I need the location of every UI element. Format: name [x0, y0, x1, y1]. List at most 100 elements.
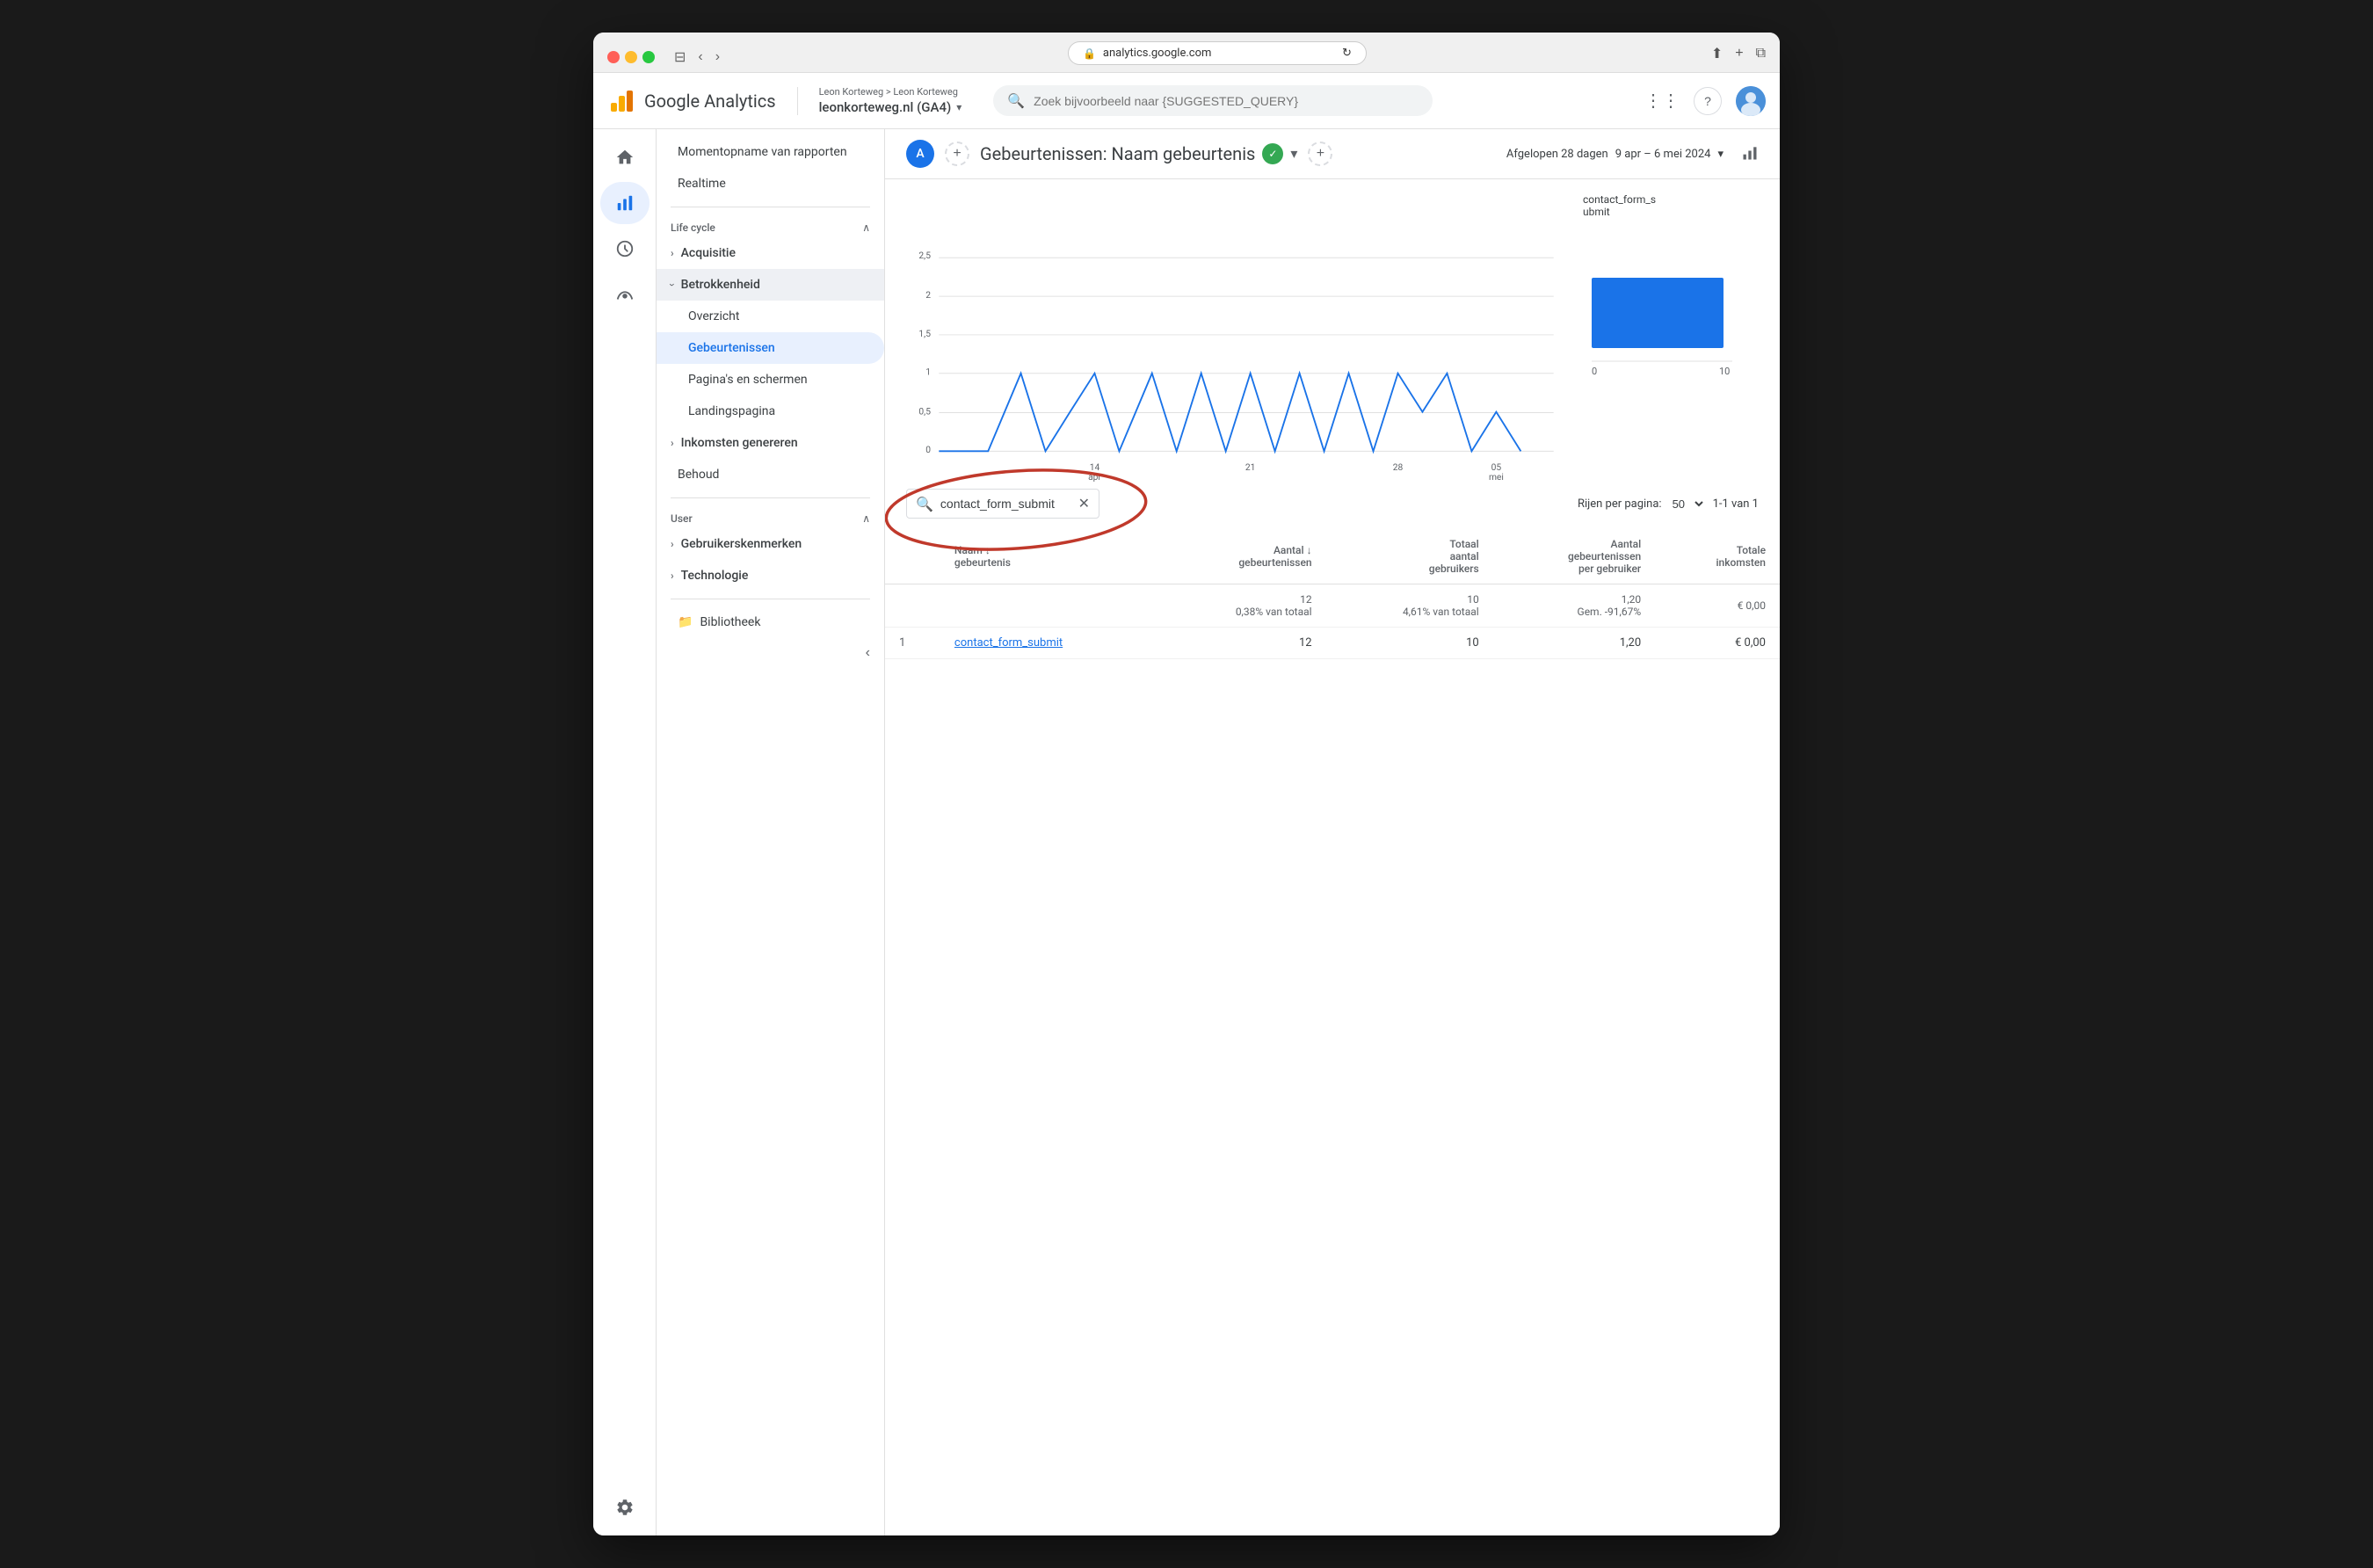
sidebar-item-behoud[interactable]: Behoud — [657, 459, 884, 490]
total-per: 1,20 Gem. -91,67% — [1493, 584, 1655, 628]
content-area: A + Gebeurtenissen: Naam gebeurtenis ✓ ▾… — [885, 129, 1780, 1535]
sort-aantal: ↓ — [1307, 544, 1312, 556]
sidebar-item-gebeurtenissen[interactable]: Gebeurtenissen — [657, 332, 884, 364]
col-header-aantal[interactable]: Aantal ↓gebeurtenissen — [1158, 529, 1325, 584]
address-bar[interactable]: 🔒 analytics.google.com ↻ — [1068, 41, 1367, 65]
row-1-naam[interactable]: contact_form_submit — [940, 628, 1159, 659]
svg-text:28: 28 — [1393, 461, 1404, 473]
grid-menu-button[interactable]: ⋮⋮ — [1644, 90, 1680, 112]
header-divider — [797, 87, 798, 115]
verified-icon: ✓ — [1262, 143, 1283, 164]
chart-section: 0 0,5 1 1,5 2 2,5 — [885, 179, 1780, 478]
sidebar-item-landingspagina[interactable]: Landingspagina — [657, 396, 884, 427]
add-comparison-button[interactable]: + — [945, 142, 969, 166]
col-header-inkomsten: Totaleinkomsten — [1655, 529, 1780, 584]
help-icon: ? — [1704, 94, 1711, 108]
back-button[interactable]: ‹ — [694, 47, 706, 67]
svg-text:2,5: 2,5 — [918, 250, 931, 261]
sidebar-item-inkomsten[interactable]: › Inkomsten genereren — [657, 427, 884, 459]
rows-per-page-select[interactable]: 50 25 100 — [1669, 497, 1706, 512]
copy-button[interactable]: ⧉ — [1756, 46, 1766, 62]
total-totaal: 10 4,61% van totaal — [1326, 584, 1493, 628]
landingspagina-label: Landingspagina — [688, 404, 775, 418]
search-filter[interactable]: 🔍 ✕ — [906, 489, 1099, 519]
settings-icon — [615, 1498, 635, 1517]
lifecycle-header: Life cycle ∧ — [657, 214, 884, 237]
lifecycle-collapse-icon[interactable]: ∧ — [862, 221, 870, 234]
sidebar-item-paginas[interactable]: Pagina's en schermen — [657, 364, 884, 396]
svg-text:0: 0 — [1592, 366, 1597, 377]
sidebar-item-acquisitie[interactable]: › Acquisitie — [657, 237, 884, 269]
url-text: analytics.google.com — [1103, 47, 1212, 60]
date-dropdown-arrow: ▾ — [1717, 148, 1724, 161]
minimize-button[interactable] — [625, 51, 637, 63]
report-header: A + Gebeurtenissen: Naam gebeurtenis ✓ ▾… — [885, 129, 1780, 179]
rail-reports[interactable] — [600, 182, 649, 224]
global-search-input[interactable] — [1034, 94, 1419, 108]
home-icon — [615, 148, 635, 167]
close-button[interactable] — [607, 51, 620, 63]
folder-icon: 📁 — [678, 615, 693, 629]
row-1-aantal: 12 — [1158, 628, 1325, 659]
row-1-naam-link[interactable]: contact_form_submit — [954, 636, 1063, 650]
col-header-totaal: Totaalaantalgebruikers — [1326, 529, 1493, 584]
row-1-num: 1 — [885, 628, 940, 659]
realtime-label: Realtime — [678, 177, 726, 191]
forward-button[interactable]: › — [712, 47, 723, 67]
sidebar-item-gebruikerskenmerken[interactable]: › Gebruikerskenmerken — [657, 528, 884, 560]
filter-clear-button[interactable]: ✕ — [1078, 495, 1090, 512]
sidebar-collapse-button[interactable]: ‹ — [866, 645, 870, 661]
account-selector[interactable]: leonkorteweg.nl (GA4) ▾ — [819, 99, 962, 115]
sidebar-item-technologie[interactable]: › Technologie — [657, 560, 884, 592]
avatar[interactable] — [1736, 86, 1766, 116]
report-title-dropdown[interactable]: ▾ — [1290, 145, 1297, 163]
maximize-button[interactable] — [642, 51, 655, 63]
svg-text:2: 2 — [925, 289, 931, 301]
svg-text:1,5: 1,5 — [918, 328, 931, 339]
refresh-icon[interactable]: ↻ — [1342, 47, 1352, 60]
row-1-totaal: 10 — [1326, 628, 1493, 659]
col-header-num — [885, 529, 940, 584]
sidebar-item-bibliotheek[interactable]: 📁 Bibliotheek — [657, 606, 884, 638]
date-range-label: Afgelopen 28 dagen — [1506, 148, 1608, 161]
filter-search-icon: 🔍 — [916, 496, 933, 512]
sidebar-toggle-button[interactable]: ⊟ — [671, 47, 689, 68]
sidebar-item-realtime[interactable]: Realtime — [657, 168, 884, 200]
snapshot-label: Momentopname van rapporten — [678, 145, 847, 159]
filter-search-input[interactable] — [940, 497, 1071, 511]
help-button[interactable]: ? — [1694, 87, 1722, 115]
sidebar-item-snapshot[interactable]: Momentopname van rapporten — [657, 136, 884, 168]
acquisitie-label: Acquisitie — [681, 246, 736, 260]
rail-explore[interactable] — [600, 228, 649, 270]
new-tab-button[interactable]: + — [1735, 46, 1743, 62]
bibliotheek-label: Bibliotheek — [700, 615, 760, 629]
filter-row: 🔍 ✕ Rijen per pagina: — [885, 478, 1780, 529]
paginas-label: Pagina's en schermen — [688, 373, 808, 387]
sidebar-item-overzicht[interactable]: Overzicht — [657, 301, 884, 332]
account-dropdown-arrow: ▾ — [956, 101, 962, 113]
row-1-inkomsten: € 0,00 — [1655, 628, 1780, 659]
reports-icon — [615, 193, 635, 213]
rail-advertising[interactable] — [600, 273, 649, 316]
behoud-label: Behoud — [678, 468, 719, 482]
add-metric-button[interactable]: + — [1308, 142, 1332, 166]
sidebar-item-betrokkenheid[interactable]: › Betrokkenheid — [657, 269, 884, 301]
global-search-bar[interactable]: 🔍 — [993, 85, 1433, 116]
chart-icon — [1741, 144, 1759, 162]
sidebar-divider-2 — [671, 497, 870, 498]
app-logo: Google Analytics — [607, 87, 776, 115]
icon-rail — [593, 129, 657, 1535]
bar-chart-label: contact_form_submit — [1583, 193, 1656, 218]
gebruikerskenmerken-label: Gebruikerskenmerken — [681, 537, 802, 551]
share-button[interactable]: ⬆ — [1711, 45, 1723, 62]
sidebar: Momentopname van rapporten Realtime Life… — [657, 129, 885, 1535]
rail-home[interactable] — [600, 136, 649, 178]
user-collapse-icon[interactable]: ∧ — [862, 512, 870, 525]
total-num — [885, 584, 940, 628]
chart-type-button[interactable] — [1741, 144, 1759, 164]
col-header-naam[interactable]: Naam ↓gebeurtenis — [940, 529, 1159, 584]
svg-text:1: 1 — [925, 367, 931, 378]
date-selector[interactable]: Afgelopen 28 dagen 9 apr – 6 mei 2024 ▾ — [1506, 148, 1724, 161]
total-aantal: 12 0,38% van totaal — [1158, 584, 1325, 628]
rail-settings[interactable] — [600, 1486, 649, 1528]
